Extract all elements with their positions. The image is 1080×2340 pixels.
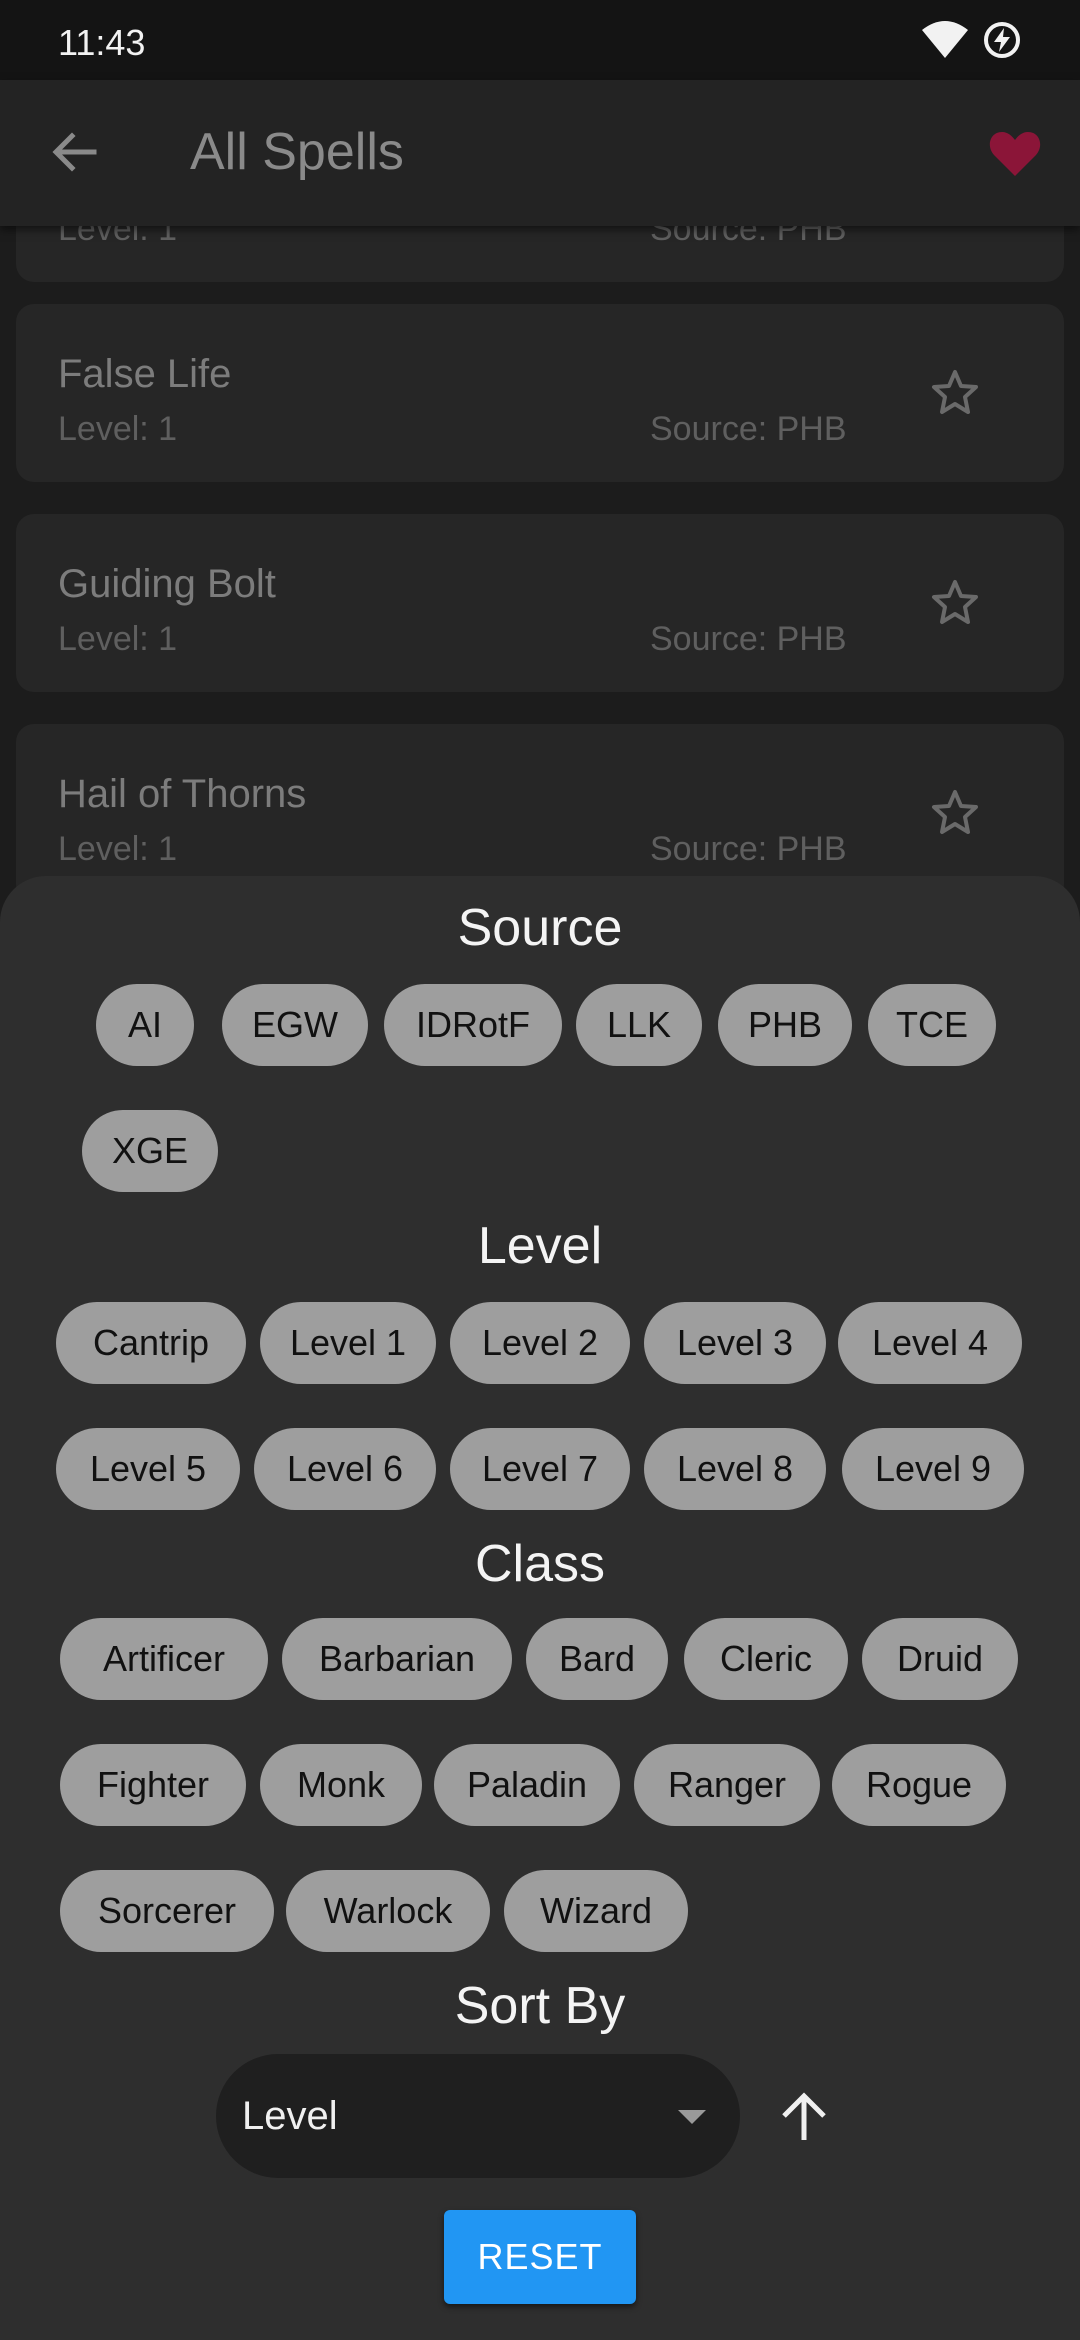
spell-level: Level: 1 [58, 830, 178, 868]
sort-by-dropdown[interactable]: Level [216, 2054, 740, 2178]
spell-source: Source: PHB [650, 830, 847, 868]
spell-name: False Life [58, 352, 232, 396]
class-chip-paladin[interactable]: Paladin [434, 1744, 620, 1826]
class-chip-rogue[interactable]: Rogue [832, 1744, 1006, 1826]
level-chip-8[interactable]: Level 8 [644, 1428, 826, 1510]
level-chip-1[interactable]: Level 1 [260, 1302, 436, 1384]
spell-level: Level: 1 [58, 620, 178, 658]
wifi-icon [922, 21, 968, 58]
level-chip-4[interactable]: Level 4 [838, 1302, 1022, 1384]
spell-list[interactable]: Level: 1 Source: PHB False Life Level: 1… [0, 210, 1080, 910]
class-chip-fighter[interactable]: Fighter [60, 1744, 246, 1826]
sort-by-value: Level [242, 2094, 338, 2138]
source-chip-tce[interactable]: TCE [868, 984, 996, 1066]
star-icon[interactable] [930, 788, 980, 838]
spell-level: Level: 1 [58, 410, 178, 448]
class-chip-cleric[interactable]: Cleric [684, 1618, 848, 1700]
star-icon[interactable] [930, 578, 980, 628]
level-chip-3[interactable]: Level 3 [644, 1302, 826, 1384]
level-chip-5[interactable]: Level 5 [56, 1428, 240, 1510]
spell-source: Source: PHB [650, 410, 847, 448]
class-chip-druid[interactable]: Druid [862, 1618, 1018, 1700]
app-bar: All Spells [0, 80, 1080, 226]
spell-source: Source: PHB [650, 620, 847, 658]
source-chip-phb[interactable]: PHB [718, 984, 852, 1066]
source-chip-xge[interactable]: XGE [82, 1110, 218, 1192]
status-time: 11:43 [58, 22, 146, 63]
status-bar: 11:43 [0, 0, 1080, 80]
level-chip-2[interactable]: Level 2 [450, 1302, 630, 1384]
class-chip-monk[interactable]: Monk [260, 1744, 422, 1826]
source-chip-idrotf[interactable]: IDRotF [384, 984, 562, 1066]
level-section-title: Level [477, 1217, 603, 1275]
back-arrow-icon[interactable] [48, 126, 100, 178]
source-chip-ai[interactable]: AI [96, 984, 194, 1066]
sort-ascending-arrow-icon[interactable] [778, 2088, 830, 2144]
class-chip-sorcerer[interactable]: Sorcerer [60, 1870, 274, 1952]
sort-section-title: Sort By [454, 1977, 626, 2035]
class-chip-bard[interactable]: Bard [526, 1618, 668, 1700]
level-chip-cantrip[interactable]: Cantrip [56, 1302, 246, 1384]
level-chip-7[interactable]: Level 7 [450, 1428, 630, 1510]
favorites-heart-icon[interactable] [988, 126, 1042, 180]
level-chip-6[interactable]: Level 6 [254, 1428, 436, 1510]
class-chip-ranger[interactable]: Ranger [634, 1744, 820, 1826]
spell-name: Hail of Thorns [58, 772, 307, 816]
class-chip-warlock[interactable]: Warlock [286, 1870, 490, 1952]
dropdown-caret-icon [678, 2110, 706, 2124]
filter-sheet: Source AI EGW IDRotF LLK PHB TCE XGE Lev… [0, 876, 1080, 2340]
class-chip-wizard[interactable]: Wizard [504, 1870, 688, 1952]
spell-name: Guiding Bolt [58, 562, 276, 606]
battery-charging-icon [984, 22, 1020, 58]
class-chip-artificer[interactable]: Artificer [60, 1618, 268, 1700]
source-chip-llk[interactable]: LLK [576, 984, 702, 1066]
reset-button[interactable]: RESET [444, 2210, 636, 2304]
level-chip-9[interactable]: Level 9 [842, 1428, 1024, 1510]
source-section-title: Source [457, 899, 623, 957]
star-icon[interactable] [930, 368, 980, 418]
class-chip-barbarian[interactable]: Barbarian [282, 1618, 512, 1700]
class-section-title: Class [474, 1535, 606, 1593]
source-chip-egw[interactable]: EGW [222, 984, 368, 1066]
spell-card[interactable]: False Life Level: 1 Source: PHB [16, 304, 1064, 482]
page-title: All Spells [190, 123, 404, 181]
spell-card[interactable]: Guiding Bolt Level: 1 Source: PHB [16, 514, 1064, 692]
